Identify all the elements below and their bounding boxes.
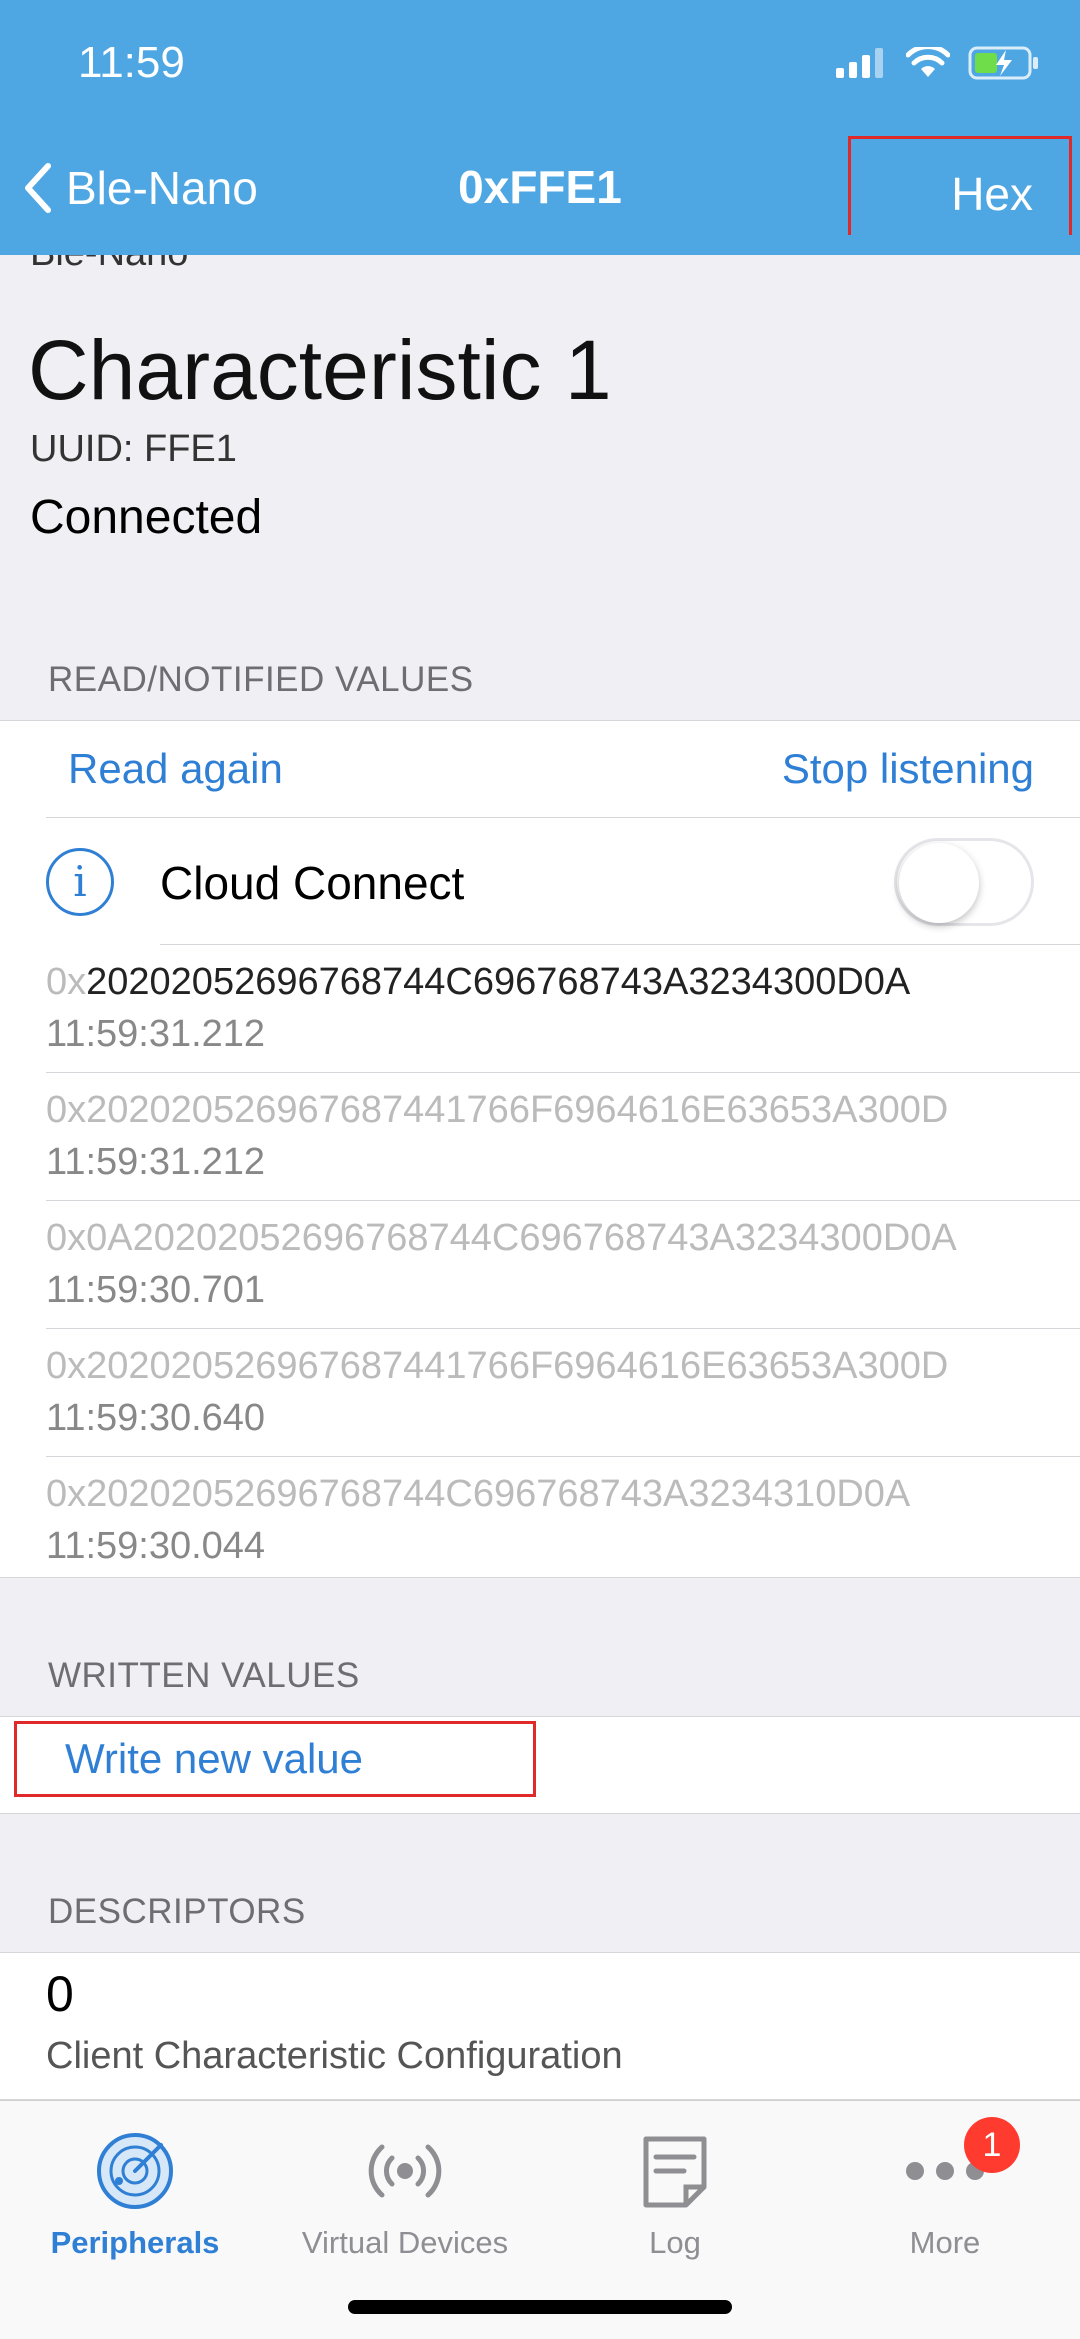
write-new-value-button[interactable]: Write new value [14, 1721, 536, 1797]
broadcast-icon [368, 2144, 442, 2198]
descriptors-section-header: DESCRIPTORS [48, 1892, 306, 1931]
value-row: 0x202020526967687441766F6964616E63653A30… [0, 1329, 1080, 1456]
connection-status: Connected [30, 491, 263, 544]
read-actions-row: Read again Stop listening [0, 721, 1080, 817]
written-section-header: WRITTEN VALUES [48, 1656, 360, 1695]
value-hex: 0x0A20202052696768744C696768743A3234300D… [46, 1217, 957, 1259]
status-icons [836, 45, 1040, 81]
signal-icon [836, 48, 883, 78]
notification-badge: 1 [964, 2117, 1020, 2173]
tab-label: Log [649, 2225, 701, 2260]
tab-label: More [909, 2225, 981, 2260]
tab-virtual-devices[interactable]: Virtual Devices [270, 2121, 540, 2261]
value-timestamp: 11:59:31.212 [46, 1013, 266, 1055]
value-timestamp: 11:59:30.044 [46, 1525, 266, 1567]
nav-header: 11:59 Ble-Nano 0xFFE1 Hex [0, 0, 1080, 255]
descriptors-panel: 0 Client Characteristic Configuration [0, 1952, 1080, 2100]
value-timestamp: 11:59:31.212 [46, 1141, 266, 1183]
tab-peripherals[interactable]: Peripherals [0, 2121, 270, 2261]
read-values-panel: Read again Stop listening i Cloud Connec… [0, 720, 1080, 1578]
home-indicator[interactable] [348, 2300, 732, 2314]
back-button[interactable]: Ble-Nano [22, 160, 258, 216]
radar-icon [97, 2133, 173, 2209]
toggle-knob [899, 843, 979, 923]
characteristic-title: Characteristic 1 [28, 323, 612, 417]
value-hex: 0x20202052696768744C696768743A3234300D0A [46, 961, 911, 1003]
value-row: 0x20202052696768744C696768743A3234310D0A… [0, 1457, 1080, 1584]
value-row: 0x202020526967687441766F6964616E63653A30… [0, 1073, 1080, 1200]
value-row: 0x20202052696768744C696768743A3234300D0A… [0, 945, 1080, 1072]
value-hex: 0x202020526967687441766F6964616E63653A30… [46, 1345, 949, 1387]
tab-label: Peripherals [50, 2225, 220, 2260]
read-again-button[interactable]: Read again [68, 745, 283, 793]
read-section-header: READ/NOTIFIED VALUES [48, 660, 474, 699]
cloud-connect-toggle[interactable] [894, 838, 1034, 926]
value-hex: 0x202020526967687441766F6964616E63653A30… [46, 1089, 949, 1131]
value-hex: 0x20202052696768744C696768743A3234310D0A [46, 1473, 911, 1515]
stop-listening-button[interactable]: Stop listening [782, 745, 1034, 793]
status-time: 11:59 [78, 38, 185, 87]
descriptor-value: 0 [46, 1966, 74, 2022]
tab-more[interactable]: 1 More [810, 2117, 1080, 2261]
descriptor-label: Client Characteristic Configuration [46, 2035, 623, 2077]
value-row: 0x0A20202052696768744C696768743A3234300D… [0, 1201, 1080, 1328]
battery-charging-icon [968, 46, 1038, 80]
tab-label: Virtual Devices [301, 2225, 509, 2260]
cloud-connect-row: i Cloud Connect [0, 818, 1080, 944]
cloud-connect-label: Cloud Connect [160, 857, 465, 909]
back-label: Ble-Nano [66, 162, 258, 214]
tab-log[interactable]: Log [540, 2121, 810, 2261]
info-icon[interactable]: i [46, 848, 114, 916]
written-values-panel: Write new value [0, 1716, 1080, 1814]
chevron-left-icon [25, 163, 51, 213]
value-timestamp: 11:59:30.701 [46, 1269, 266, 1311]
value-timestamp: 11:59:30.640 [46, 1397, 266, 1439]
log-icon [643, 2136, 707, 2208]
characteristic-uuid: UUID: FFE1 [30, 428, 237, 470]
header-overlap [0, 235, 1080, 255]
wifi-icon [906, 47, 950, 77]
